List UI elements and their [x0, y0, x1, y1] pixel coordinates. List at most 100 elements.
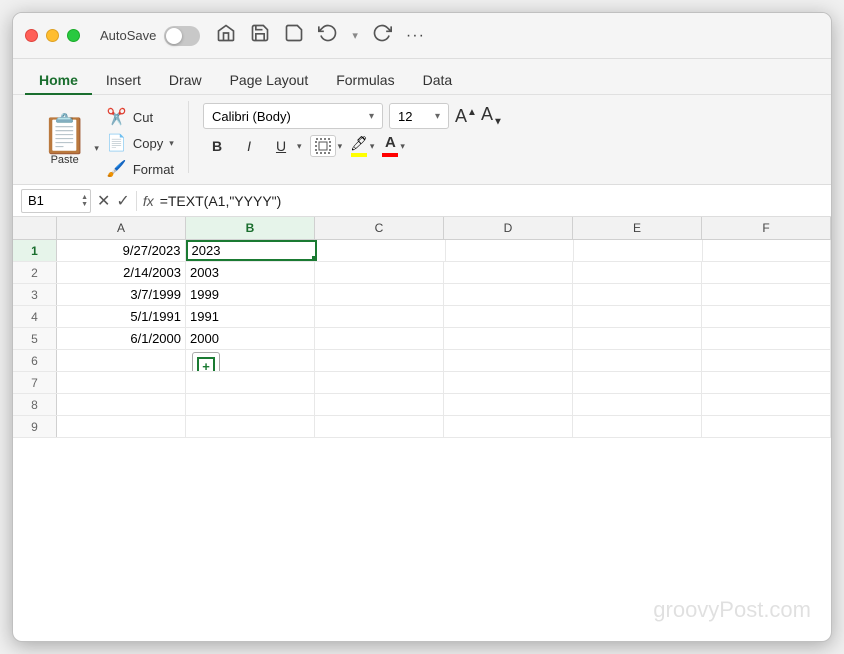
cell-C8[interactable] — [315, 394, 444, 415]
paste-button[interactable]: 📋 Paste — [35, 112, 94, 170]
font-size-selector[interactable]: 12 ▾ — [389, 103, 449, 129]
cell-D5[interactable] — [444, 328, 573, 349]
cell-B9[interactable] — [186, 416, 315, 437]
font-size-decrease-icon[interactable]: A▼ — [481, 104, 503, 128]
cell-D2[interactable] — [444, 262, 573, 283]
tab-home[interactable]: Home — [25, 66, 92, 94]
cell-A4[interactable]: 5/1/1991 — [57, 306, 186, 327]
tab-page-layout[interactable]: Page Layout — [216, 66, 323, 94]
col-header-C[interactable]: C — [315, 217, 444, 239]
cell-C6[interactable] — [315, 350, 444, 371]
bold-button[interactable]: B — [203, 133, 231, 159]
cell-reference-box[interactable]: B1 ▲ ▼ — [21, 189, 91, 213]
cell-E8[interactable] — [573, 394, 702, 415]
cell-C2[interactable] — [315, 262, 444, 283]
font-name-selector[interactable]: Calibri (Body) ▾ — [203, 103, 383, 129]
autosave-toggle[interactable] — [164, 26, 200, 46]
format-button[interactable]: 🖌️ Format — [103, 157, 178, 181]
highlight-button[interactable]: 🖊 — [350, 135, 368, 157]
cell-E1[interactable] — [574, 240, 703, 261]
cell-C3[interactable] — [315, 284, 444, 305]
copy-button[interactable]: 📄 Copy ▾ — [103, 131, 178, 155]
font-size-increase-icon[interactable]: A▲ — [455, 106, 477, 127]
cell-B4[interactable]: 1991 — [186, 306, 315, 327]
cell-E5[interactable] — [573, 328, 702, 349]
confirm-formula-icon[interactable]: ✓ — [116, 191, 129, 211]
cell-A3[interactable]: 3/7/1999 — [57, 284, 186, 305]
cancel-formula-icon[interactable]: ✕ — [97, 191, 110, 211]
cell-D3[interactable] — [444, 284, 573, 305]
col-header-B[interactable]: B — [186, 217, 315, 239]
cell-E7[interactable] — [573, 372, 702, 393]
cell-F8[interactable] — [702, 394, 831, 415]
cell-B8[interactable] — [186, 394, 315, 415]
cut-button[interactable]: ✂️ Cut — [103, 105, 178, 129]
cell-A1[interactable]: 9/27/2023 — [57, 240, 186, 261]
fill-handle[interactable] — [312, 256, 317, 261]
font-color-button[interactable]: A — [382, 135, 398, 157]
undo-dropdown-icon[interactable]: ▾ — [352, 29, 358, 42]
cell-E6[interactable] — [573, 350, 702, 371]
underline-dropdown-icon[interactable]: ▾ — [295, 141, 304, 152]
italic-button[interactable]: I — [235, 133, 263, 159]
cell-A2[interactable]: 2/14/2003 — [57, 262, 186, 283]
tab-formulas[interactable]: Formulas — [322, 66, 408, 94]
cell-D4[interactable] — [444, 306, 573, 327]
cell-A5[interactable]: 6/1/2000 — [57, 328, 186, 349]
cell-B7[interactable] — [186, 372, 315, 393]
maximize-button[interactable] — [67, 29, 80, 42]
cell-D6[interactable] — [444, 350, 573, 371]
cell-A8[interactable] — [57, 394, 186, 415]
cell-C5[interactable] — [315, 328, 444, 349]
col-header-D[interactable]: D — [444, 217, 573, 239]
undo-icon[interactable] — [318, 23, 338, 48]
border-button[interactable] — [310, 135, 336, 157]
cell-A9[interactable] — [57, 416, 186, 437]
col-header-A[interactable]: A — [57, 217, 186, 239]
col-header-E[interactable]: E — [573, 217, 702, 239]
cell-D9[interactable] — [444, 416, 573, 437]
more-options-icon[interactable]: ··· — [406, 27, 425, 45]
cell-B3[interactable]: 1999 — [186, 284, 315, 305]
minimize-button[interactable] — [46, 29, 59, 42]
close-button[interactable] — [25, 29, 38, 42]
cell-A7[interactable] — [57, 372, 186, 393]
cell-E3[interactable] — [573, 284, 702, 305]
underline-button[interactable]: U — [267, 133, 295, 159]
cell-F5[interactable] — [702, 328, 831, 349]
cell-F3[interactable] — [702, 284, 831, 305]
tab-data[interactable]: Data — [409, 66, 467, 94]
cloud-save-icon[interactable] — [284, 23, 304, 48]
cell-F6[interactable] — [702, 350, 831, 371]
border-dropdown-icon[interactable]: ▾ — [336, 141, 345, 152]
cell-C7[interactable] — [315, 372, 444, 393]
cell-D7[interactable] — [444, 372, 573, 393]
formula-input[interactable]: =TEXT(A1,"YYYY") — [160, 193, 823, 209]
cell-F4[interactable] — [702, 306, 831, 327]
paste-options-button[interactable]: + — [192, 352, 220, 371]
save-icon[interactable] — [250, 23, 270, 48]
cell-E4[interactable] — [573, 306, 702, 327]
tab-draw[interactable]: Draw — [155, 66, 216, 94]
redo-icon[interactable] — [372, 23, 392, 48]
copy-dropdown-arrow[interactable]: ▾ — [169, 138, 174, 149]
cell-E9[interactable] — [573, 416, 702, 437]
cell-C1[interactable] — [317, 240, 446, 261]
cell-F1[interactable] — [703, 240, 832, 261]
col-header-F[interactable]: F — [702, 217, 831, 239]
cell-F2[interactable] — [702, 262, 831, 283]
cell-D8[interactable] — [444, 394, 573, 415]
cell-B6[interactable]: + — [186, 350, 315, 371]
font-color-dropdown-icon[interactable]: ▾ — [398, 141, 407, 152]
cell-C4[interactable] — [315, 306, 444, 327]
cell-B1[interactable]: 2023 — [186, 240, 318, 261]
cell-E2[interactable] — [573, 262, 702, 283]
cell-D1[interactable] — [446, 240, 575, 261]
cell-B5[interactable]: 2000 — [186, 328, 315, 349]
home-icon[interactable] — [216, 23, 236, 48]
tab-insert[interactable]: Insert — [92, 66, 155, 94]
cell-C9[interactable] — [315, 416, 444, 437]
cell-B2[interactable]: 2003 — [186, 262, 315, 283]
cell-A6[interactable] — [57, 350, 186, 371]
highlight-dropdown-icon[interactable]: ▾ — [368, 141, 377, 152]
